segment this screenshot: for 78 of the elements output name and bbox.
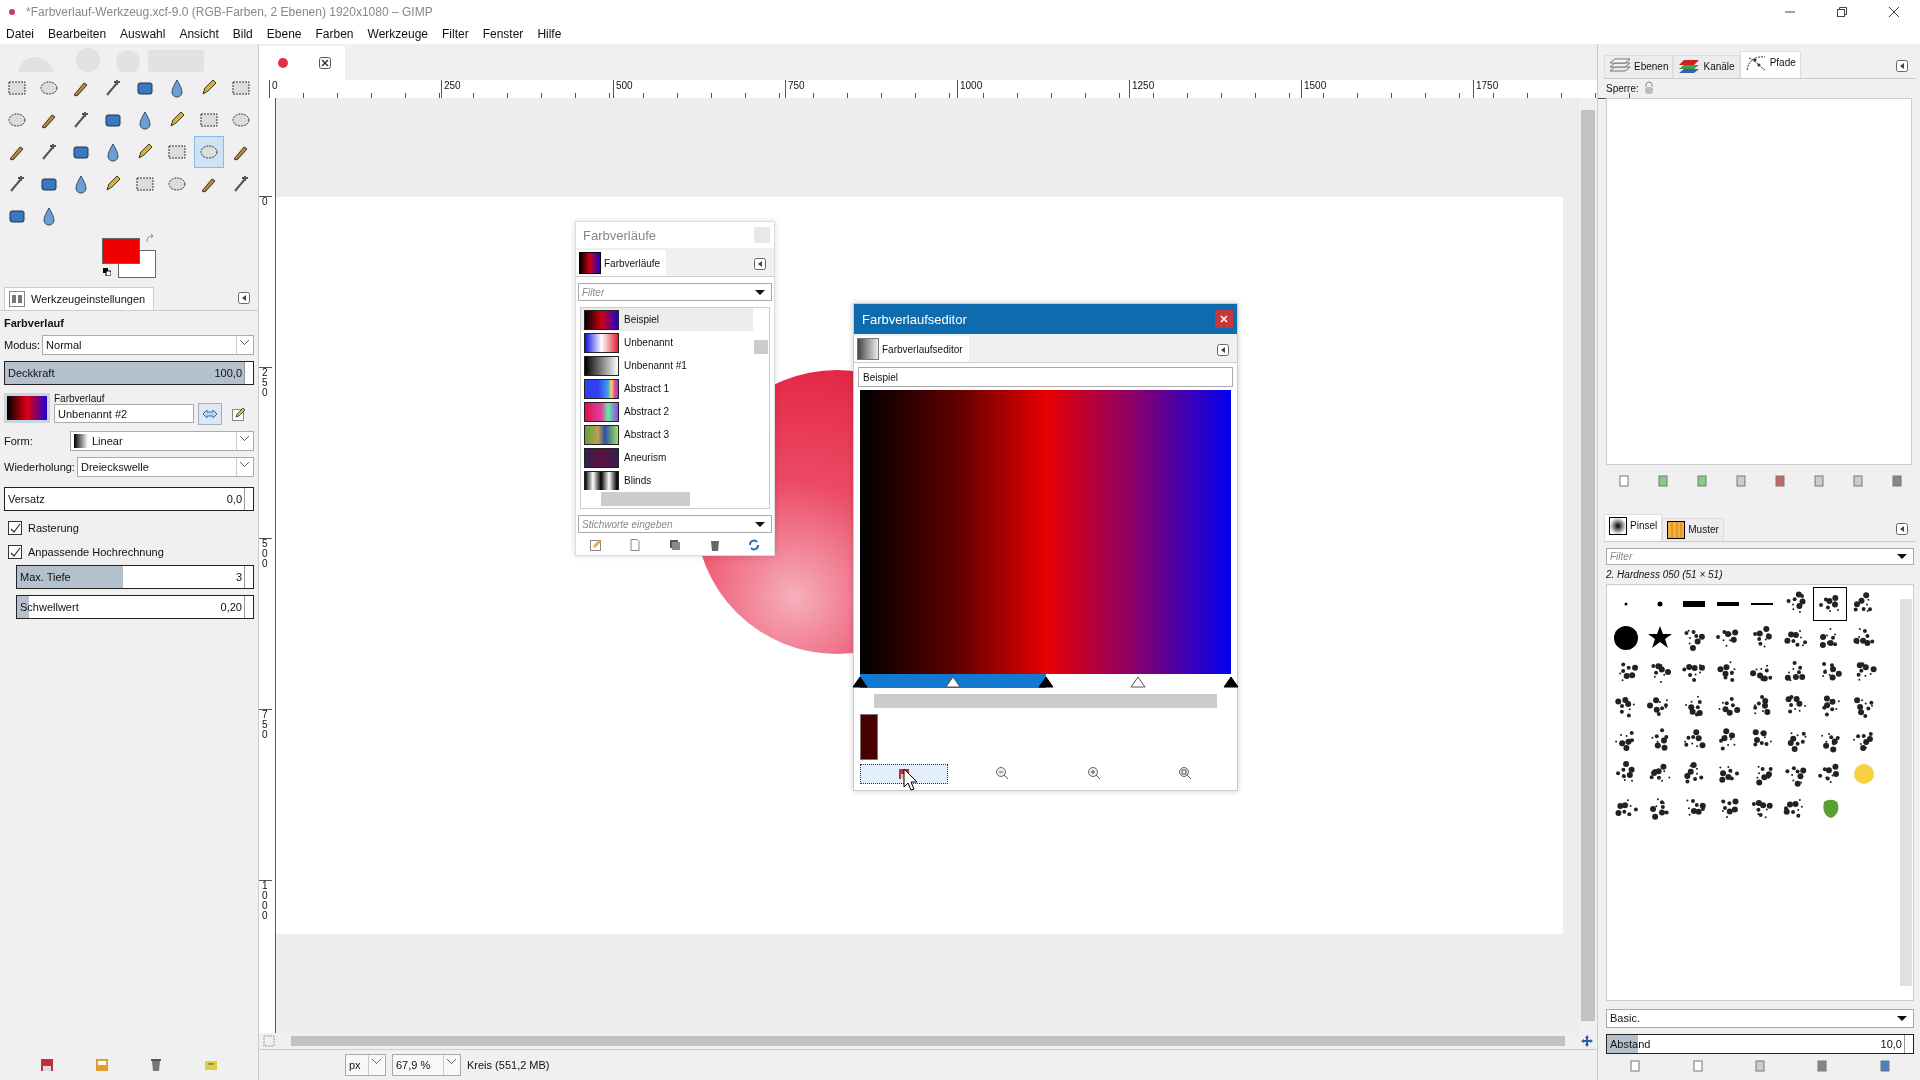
field-label: Farbverlauf: [54, 393, 106, 404]
tag-field[interactable]: Stichworte eingeben: [578, 515, 772, 533]
max-depth-slider[interactable]: Max. Tiefe 3: [16, 565, 254, 589]
menu-item[interactable]: Auswahl: [120, 27, 166, 41]
ruler-label: 0: [259, 196, 272, 367]
slider-label: Versatz: [7, 493, 45, 505]
zoom-dropdown[interactable]: 67,9 %: [392, 1054, 461, 1076]
gradient-name-field[interactable]: Beispiel: [858, 367, 1233, 387]
slider-label: Abstand: [1609, 1038, 1651, 1051]
dock-tab[interactable]: Farbverläufe: [576, 250, 667, 276]
threshold-slider[interactable]: Schwellwert 0,20: [16, 595, 254, 619]
menu-item[interactable]: Bearbeiten: [48, 27, 107, 41]
slider-value: 3: [235, 571, 243, 583]
slider-value: 10,0: [1880, 1038, 1903, 1051]
gradient-list-item[interactable]: Abstract 2: [581, 400, 753, 423]
shape-dropdown[interactable]: Linear: [70, 431, 254, 451]
menu-item[interactable]: Hilfe: [537, 27, 562, 41]
menu-item[interactable]: Werkzeuge: [367, 27, 428, 41]
slider-value: 0,0: [226, 493, 243, 505]
ruler-label: 0: [269, 79, 441, 98]
menu-item[interactable]: Farben: [315, 27, 354, 41]
dock-tab[interactable]: Muster: [1662, 517, 1724, 541]
dock-tab[interactable]: Farbverlaufseditor: [854, 336, 969, 362]
offset-slider[interactable]: Versatz 0,0: [4, 487, 254, 511]
gradient-list-item[interactable]: Abstract 3: [581, 423, 753, 446]
ruler-label: 250: [441, 79, 613, 98]
window-title: *Farbverlauf-Werkzeug.xcf-9.0 (RGB-Farben, 2 Ebenen) 1920x1080 – GIMP: [26, 5, 433, 19]
gradient-list-item[interactable]: Unbenannt #1: [581, 354, 753, 377]
filter-field[interactable]: Filter: [578, 283, 772, 301]
mode-dropdown[interactable]: Normal: [42, 335, 254, 355]
ruler-label: 500: [613, 79, 785, 98]
gradient-list-item[interactable]: Abstract 1: [581, 377, 753, 400]
filter-field[interactable]: Filter: [1606, 547, 1914, 566]
menu-item[interactable]: Ebene: [266, 27, 302, 41]
spacing-slider[interactable]: Abstand 10,0: [1606, 1034, 1914, 1054]
checkbox-label: Anpassende Hochrechnung: [28, 546, 164, 558]
gradient-list-item[interactable]: Blinds: [581, 469, 753, 490]
tool-options-tab[interactable]: Werkzeugeinstellungen: [4, 287, 155, 310]
ruler-label: 750: [785, 79, 957, 98]
status-message: Kreis (551,2 MB): [467, 1059, 550, 1071]
checkbox-label: Rasterung: [28, 522, 79, 534]
ruler-label: 500: [259, 538, 272, 709]
ruler-label: 250: [259, 367, 272, 538]
ruler-label: 750: [259, 709, 272, 880]
menu-item[interactable]: Datei: [6, 27, 34, 41]
gradient-list-item[interactable]: Unbenannt: [581, 331, 753, 354]
field-label: Modus:: [4, 339, 41, 351]
field-label: Form:: [4, 435, 34, 447]
dialog-title: Farbverläufe: [583, 227, 656, 243]
ruler-label: 1000: [957, 79, 1129, 98]
dock-tab[interactable]: Ebenen: [1604, 54, 1674, 78]
repeat-dropdown[interactable]: Dreieckswelle: [76, 457, 254, 477]
brush-name: 2. Hardness 050 (51 × 51): [1606, 569, 1724, 581]
ruler-label: 1000: [259, 880, 272, 1051]
ruler-label: 1500: [1301, 79, 1473, 98]
ruler-label: 1250: [1129, 79, 1301, 98]
gradient-list-item[interactable]: Aneurism: [581, 446, 753, 469]
preset-dropdown[interactable]: Basic.: [1606, 1008, 1914, 1029]
menu-item[interactable]: Bild: [232, 27, 253, 41]
dock-tab[interactable]: Kanäle: [1673, 54, 1740, 78]
unit-dropdown[interactable]: px: [345, 1054, 386, 1076]
menu-item[interactable]: Ansicht: [179, 27, 219, 41]
slider-value: 100,0: [214, 367, 243, 379]
dock-tab[interactable]: Pinsel: [1604, 513, 1663, 541]
gradient-name-field[interactable]: Unbenannt #2: [54, 404, 194, 423]
field-label: Wiederholung:: [4, 461, 75, 473]
gradient-list-item[interactable]: Beispiel: [581, 308, 753, 331]
slider-label: Max. Tiefe: [19, 571, 71, 583]
lock-label: Sperre:: [1606, 82, 1639, 94]
tool-options-title: Farbverlauf: [4, 317, 65, 329]
menu-item[interactable]: Fenster: [482, 27, 524, 41]
slider-label: Schwellwert: [19, 601, 79, 613]
slider-value: 0,20: [220, 601, 243, 613]
dialog-title: Farbverlaufseditor: [862, 311, 967, 327]
slider-label: Deckkraft: [7, 367, 55, 379]
dock-tab[interactable]: Pfade: [1739, 50, 1801, 78]
opacity-slider[interactable]: Deckkraft 100,0: [4, 361, 254, 385]
menu-item[interactable]: Filter: [442, 27, 469, 41]
